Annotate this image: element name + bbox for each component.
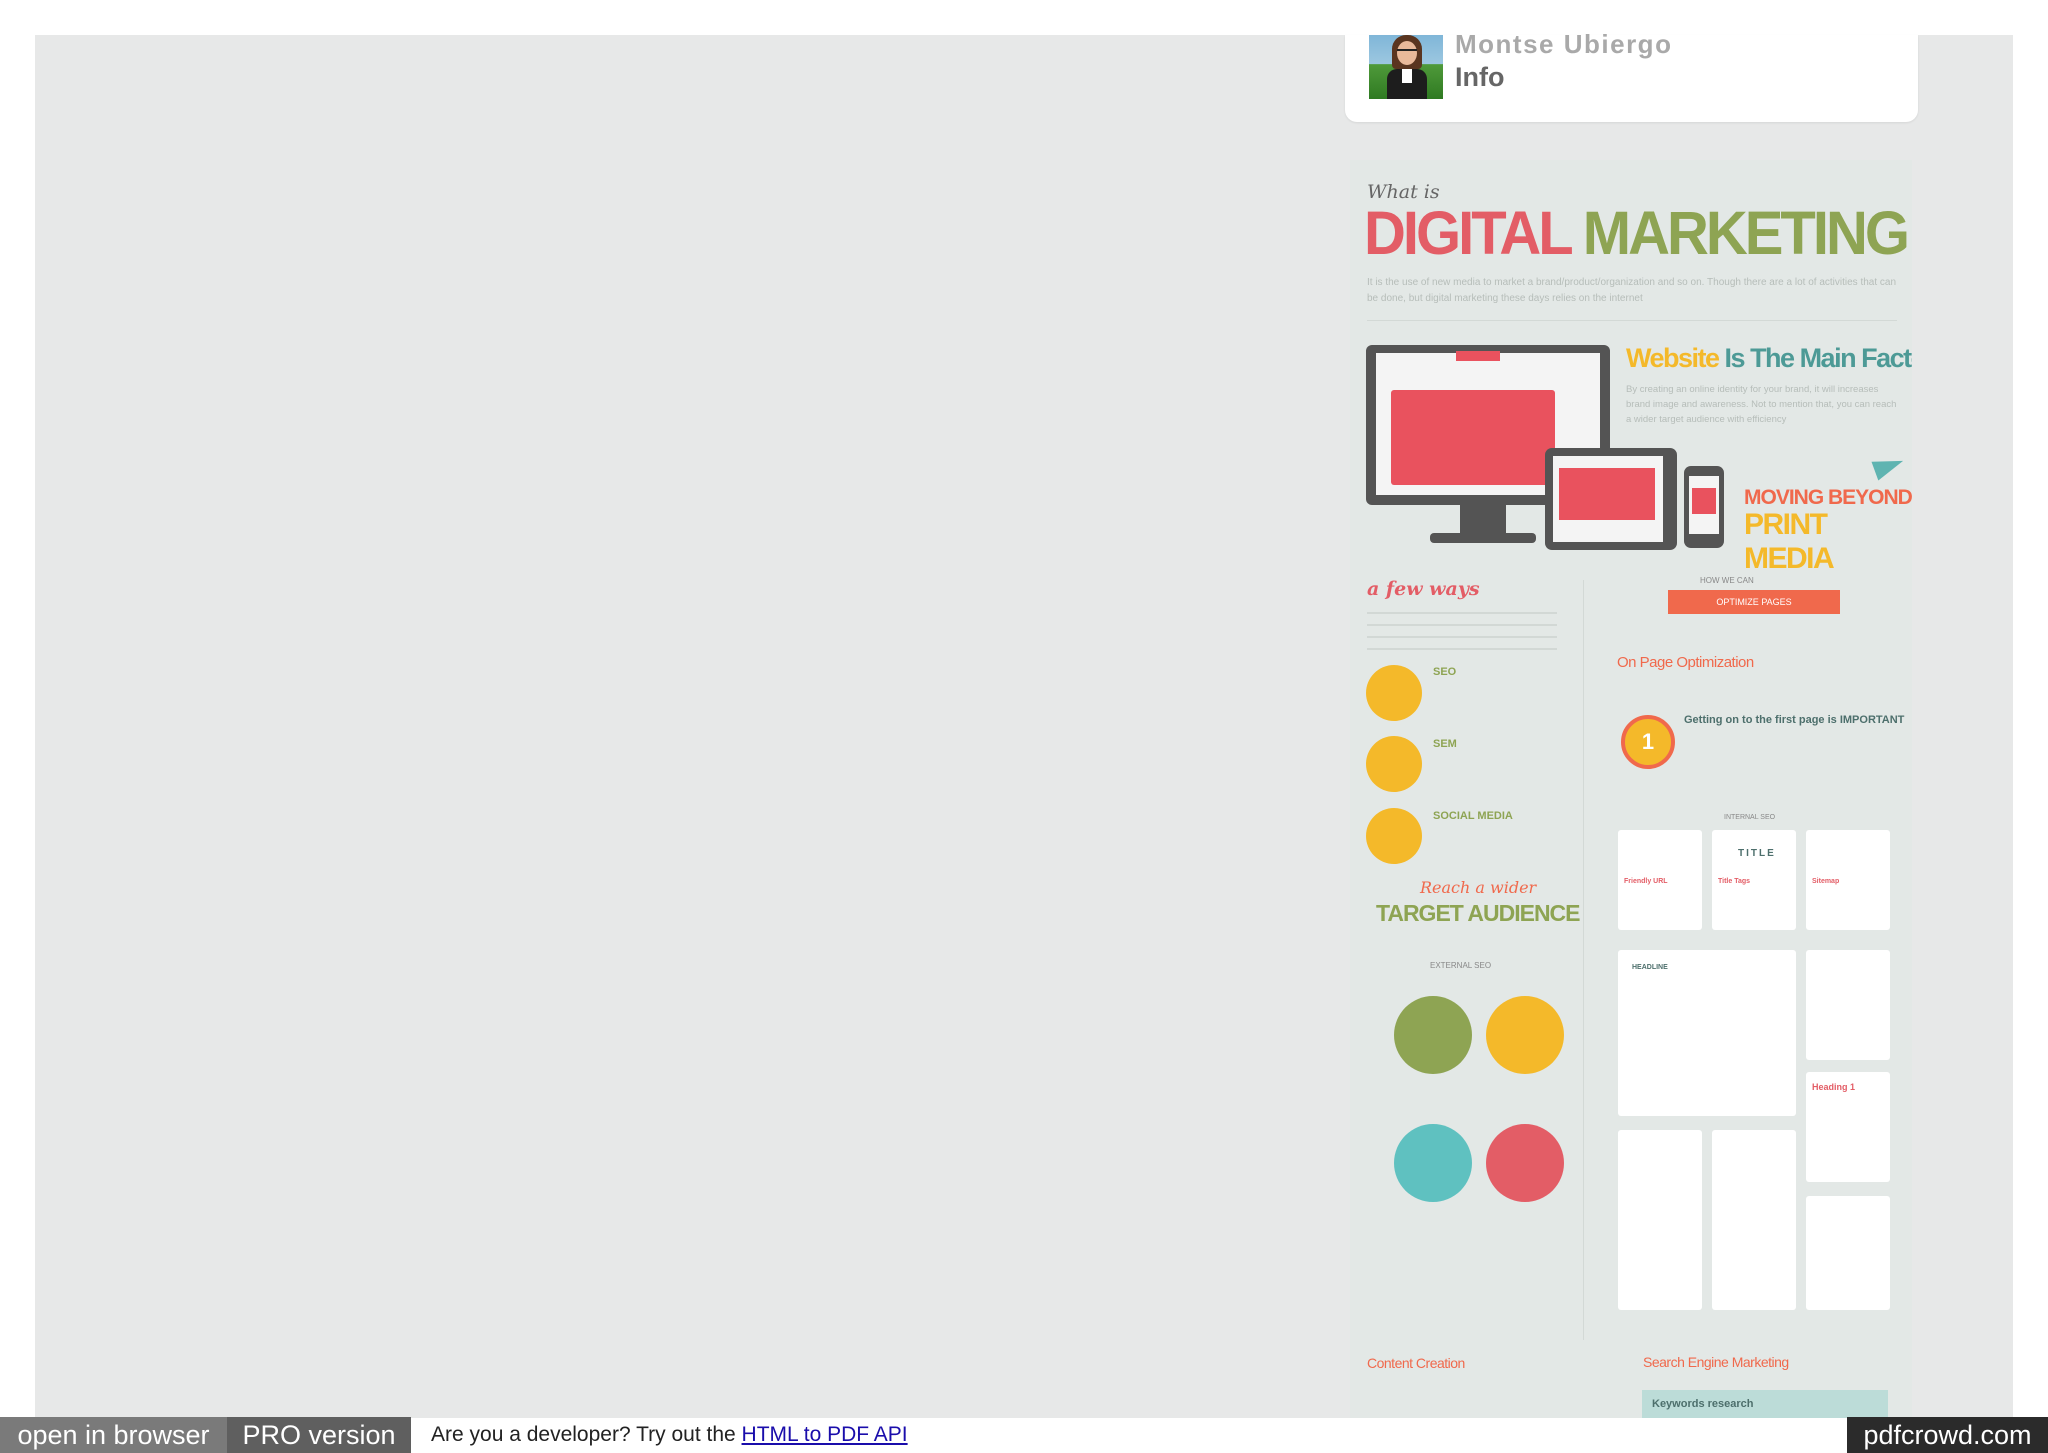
way-label-sem: SEM — [1433, 738, 1457, 750]
infographic-title: DIGITAL MARKETING — [1364, 198, 1910, 268]
website-heading-word: Website — [1626, 343, 1720, 373]
how-we-can: HOW WE CAN — [1700, 576, 1754, 585]
phone-illustration — [1684, 466, 1724, 548]
document-icon — [1394, 996, 1472, 1074]
external-seo-label: EXTERNAL SEO — [1430, 961, 1492, 970]
card-label: Sitemap — [1812, 878, 1840, 885]
pdfcrowd-brand-link[interactable]: pdfcrowd.com — [1847, 1417, 2048, 1453]
card-heading: Heading 1 — [1806, 1072, 1890, 1182]
speech-bubble-icon — [1486, 1124, 1564, 1202]
ad-icon — [1366, 736, 1422, 792]
search-icon — [1366, 665, 1422, 721]
paper-plane-icon — [1871, 451, 1907, 481]
avatar[interactable] — [1369, 35, 1443, 99]
card-robots — [1712, 1130, 1796, 1310]
star-icon — [1486, 996, 1564, 1074]
divider — [1367, 320, 1897, 321]
optimize-pages-ribbon: OPTIMIZE PAGES — [1668, 590, 1840, 614]
card-label: Title Tags — [1718, 878, 1751, 885]
card-title-tags: TITLE Title Tags — [1712, 830, 1796, 930]
open-in-browser-button[interactable]: open in browser — [0, 1417, 227, 1453]
card-headline: HEADLINE — [1618, 950, 1796, 1116]
card-label: Friendly URL — [1624, 878, 1668, 885]
tablet-illustration — [1545, 448, 1677, 550]
author-info-link[interactable]: Info — [1455, 62, 1504, 93]
reach-wider: Reach a wider — [1420, 878, 1537, 897]
column-divider — [1583, 580, 1584, 1340]
title-word: TITLE — [1738, 848, 1776, 859]
author-name[interactable]: Montse Ubiergo — [1455, 29, 1672, 60]
website-heading-rest: Is The Main Factor — [1724, 343, 1912, 373]
way-label-seo: SEO — [1433, 666, 1457, 678]
developer-promo: Are you a developer? Try out the HTML to… — [431, 1417, 908, 1453]
card-sitemap: Sitemap — [1806, 830, 1890, 930]
medal-icon: 1 — [1621, 715, 1675, 769]
author-card: Montse Ubiergo Info — [1345, 29, 1918, 122]
headline-word: HEADLINE — [1632, 964, 1668, 971]
pro-version-button[interactable]: PRO version — [227, 1417, 411, 1453]
monitor-base — [1430, 533, 1536, 543]
keywords-research: Keywords research — [1642, 1390, 1888, 1418]
print-media: PRINT MEDIA — [1744, 508, 1835, 575]
heading-1: Heading 1 — [1812, 1082, 1856, 1092]
internal-seo-label: INTERNAL SEO — [1724, 814, 1776, 821]
card-custom-page — [1806, 950, 1890, 1060]
getting-first-page: Getting on to the first page is IMPORTAN… — [1684, 714, 1905, 726]
card-friendly-url: Friendly URL — [1618, 830, 1702, 930]
few-ways-text — [1367, 608, 1557, 656]
infographic-title-marketing: MARKETING — [1582, 199, 1910, 268]
on-page-optimization: On Page Optimization — [1617, 654, 1754, 671]
chat-icon — [1366, 808, 1422, 864]
content-creation: Content Creation — [1367, 1355, 1465, 1371]
moving-beyond: MOVING BEYOND — [1744, 486, 1912, 509]
infographic-intro: It is the use of new media to market a b… — [1367, 277, 1897, 304]
website-body: By creating an online identity for your … — [1626, 384, 1897, 425]
infographic-title-digital: DIGITAL — [1364, 199, 1573, 268]
card-images — [1618, 1130, 1702, 1310]
few-ways-heading: a few ways — [1367, 578, 1480, 600]
website-heading: Website Is The Main Factor — [1626, 343, 1912, 374]
html-to-pdf-api-link[interactable]: HTML to PDF API — [742, 1423, 908, 1446]
target-audience: TARGET AUDIENCE — [1376, 900, 1580, 926]
card-inbound-link — [1806, 1196, 1890, 1310]
developer-promo-text: Are you a developer? Try out the — [431, 1423, 736, 1446]
way-label-social-media: SOCIAL MEDIA — [1433, 810, 1513, 822]
search-engine-marketing: Search Engine Marketing — [1643, 1354, 1789, 1370]
comment-icon — [1394, 1124, 1472, 1202]
infographic-image: What is DIGITAL MARKETING It is the use … — [1350, 160, 1912, 1418]
